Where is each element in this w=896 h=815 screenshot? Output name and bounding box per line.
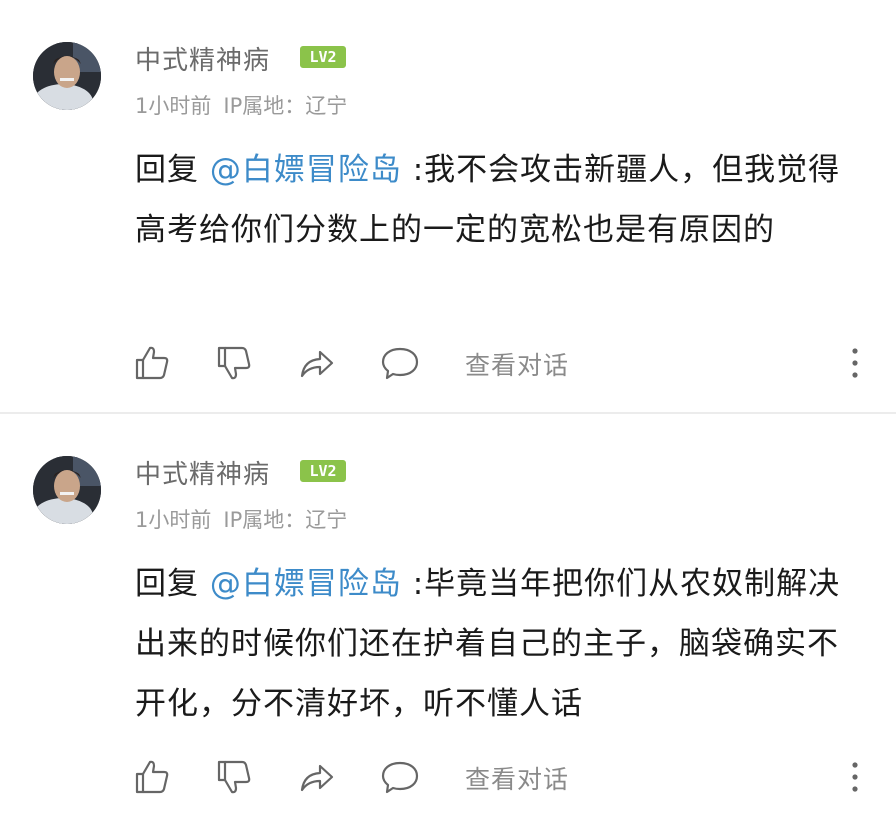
thumbs-down-icon[interactable] (215, 758, 253, 796)
mention-link[interactable]: @白嫖冒险岛 (210, 152, 402, 188)
reply-prefix: 回复 (135, 152, 199, 188)
vertical-dots-icon[interactable] (845, 760, 865, 794)
view-conversation-link[interactable]: 查看对话 (465, 346, 569, 382)
reply-prefix: 回复 (135, 566, 199, 602)
share-arrow-icon[interactable] (298, 758, 336, 796)
avatar[interactable] (33, 456, 101, 524)
avatar[interactable] (33, 42, 101, 110)
action-bar: 查看对话 (0, 340, 896, 386)
ip-location: IP属地：辽宁 (223, 508, 348, 532)
thumbs-up-icon[interactable] (133, 344, 171, 382)
username[interactable]: 中式精神病 (135, 454, 270, 491)
username[interactable]: 中式精神病 (135, 40, 270, 77)
level-badge: LV2 (300, 46, 346, 68)
comment-body: 回复 @白嫖冒险岛 :毕竟当年把你们从农奴制解决出来的时候你们还在护着自己的主子… (135, 554, 845, 734)
comment-meta: 1小时前 IP属地：辽宁 (135, 504, 347, 534)
timestamp: 1小时前 (135, 508, 212, 532)
thumbs-up-icon[interactable] (133, 758, 171, 796)
share-arrow-icon[interactable] (298, 344, 336, 382)
timestamp: 1小时前 (135, 94, 212, 118)
ip-location: IP属地：辽宁 (223, 94, 348, 118)
comment-item: 中式精神病 LV2 1小时前 IP属地：辽宁 回复 @白嫖冒险岛 :我不会攻击新疆… (0, 0, 896, 412)
comment-body: 回复 @白嫖冒险岛 :我不会攻击新疆人，但我觉得高考给你们分数上的一定的宽松也是… (135, 140, 845, 260)
comment-meta: 1小时前 IP属地：辽宁 (135, 90, 347, 120)
vertical-dots-icon[interactable] (845, 346, 865, 380)
view-conversation-link[interactable]: 查看对话 (465, 760, 569, 796)
thumbs-down-icon[interactable] (215, 344, 253, 382)
level-badge: LV2 (300, 460, 346, 482)
mention-link[interactable]: @白嫖冒险岛 (210, 566, 402, 602)
speech-bubble-icon[interactable] (381, 758, 419, 796)
speech-bubble-icon[interactable] (381, 344, 419, 382)
action-bar: 查看对话 (0, 754, 896, 800)
comment-item: 中式精神病 LV2 1小时前 IP属地：辽宁 回复 @白嫖冒险岛 :毕竟当年把你们… (0, 414, 896, 815)
